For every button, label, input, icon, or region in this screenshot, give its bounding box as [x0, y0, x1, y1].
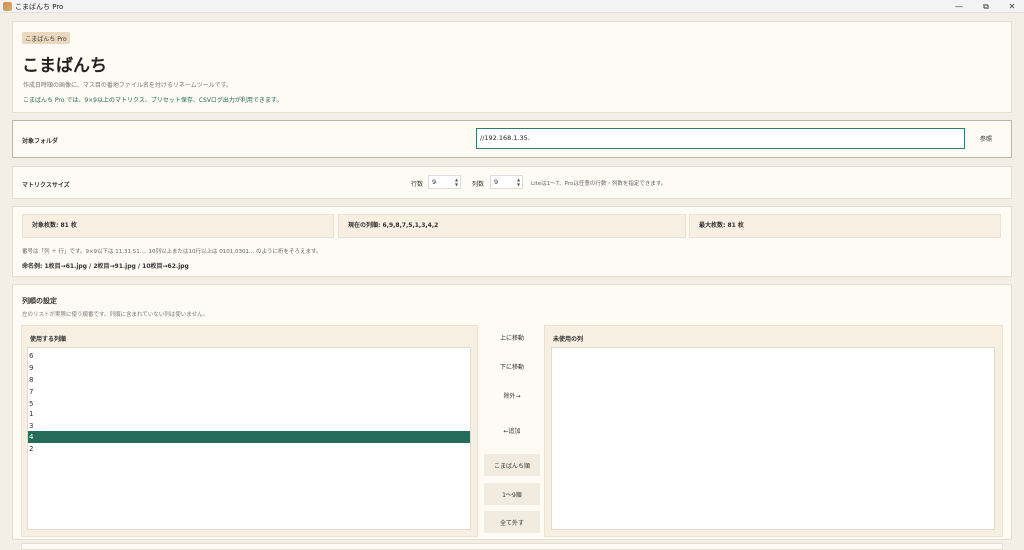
- window-title: こまばんち Pro: [15, 3, 64, 11]
- max-count: 最大枚数: 81 枚: [689, 214, 1001, 238]
- bottom-card: [21, 543, 1003, 550]
- used-order-list[interactable]: 6 9 8 7 5 1 3 4 2: [27, 347, 471, 530]
- order-hint: 左のリストが実際に使う順番です。列順に含まれていない列は使いません。: [22, 312, 209, 318]
- komabanchi-order-button[interactable]: こまばんち順: [484, 454, 540, 476]
- unused-title: 未使用の列: [553, 336, 584, 343]
- list-item[interactable]: 2: [28, 443, 470, 455]
- add-button[interactable]: ←追加: [484, 419, 540, 441]
- move-up-button[interactable]: 上に移動: [484, 326, 540, 348]
- minimize-button[interactable]: —: [946, 0, 972, 13]
- cols-spinbox[interactable]: 9 ▲ ▼: [490, 175, 523, 189]
- maximize-button[interactable]: ⧉: [973, 0, 999, 13]
- matrix-label: マトリクスサイズ: [22, 182, 70, 189]
- naming-example: 命名例: 1枚目→61.jpg / 2枚目→91.jpg / 10枚目→62.j…: [22, 263, 189, 270]
- target-count: 対象枚数: 81 枚: [22, 214, 334, 238]
- pro-note: こまばんち Pro では、9×9以上のマトリクス、プリセット保存、CSVログ出力…: [23, 97, 283, 104]
- title-bar: こまばんち Pro — ⧉ ✕: [0, 0, 1024, 13]
- remove-all-button[interactable]: 全て外す: [484, 511, 540, 533]
- cols-value: 9: [494, 178, 499, 186]
- app-icon: [3, 2, 12, 11]
- move-down-button[interactable]: 下に移動: [484, 355, 540, 377]
- close-button[interactable]: ✕: [999, 0, 1024, 13]
- remove-button[interactable]: 除外→: [484, 384, 540, 406]
- rows-value: 9: [432, 178, 437, 186]
- app-description: 作成日時順の画像に、マス目の番地ファイル名を付けるリネームツールです。: [23, 82, 233, 89]
- order-title: 列順の設定: [22, 297, 57, 305]
- rows-spinbox[interactable]: 9 ▲ ▼: [428, 175, 461, 189]
- list-item[interactable]: 6: [28, 350, 470, 362]
- matrix-hint: Liteは1〜7、Proは任意の行数・列数を指定できます。: [531, 181, 667, 187]
- list-item[interactable]: 8: [28, 374, 470, 386]
- spin-arrows-icon[interactable]: ▲ ▼: [516, 177, 521, 187]
- app-title: こまばんち: [22, 56, 107, 76]
- numbering-note: 番号は「列 ＋ 行」です。9×9以下は 11,31,51.... 10列以上また…: [22, 249, 322, 255]
- list-item[interactable]: 9: [28, 362, 470, 374]
- unused-list[interactable]: [551, 347, 995, 530]
- folder-path-input[interactable]: //192.168.1.35.: [476, 128, 965, 149]
- cols-label: 列数: [472, 181, 485, 188]
- spin-arrows-icon[interactable]: ▲ ▼: [454, 177, 459, 187]
- list-item-selected[interactable]: 4: [28, 431, 470, 443]
- used-order-title: 使用する列順: [30, 336, 67, 343]
- current-order: 現在の列順: 6,9,8,7,5,1,3,4,2: [338, 214, 686, 238]
- rows-label: 行数: [411, 181, 424, 188]
- browse-button[interactable]: 参照: [968, 128, 1004, 149]
- pro-badge: こまばんち Pro: [22, 32, 70, 44]
- one-to-nine-button[interactable]: 1〜9順: [484, 483, 540, 505]
- list-item[interactable]: 1: [28, 408, 470, 420]
- folder-label: 対象フォルダ: [22, 138, 59, 145]
- list-item[interactable]: 7: [28, 386, 470, 398]
